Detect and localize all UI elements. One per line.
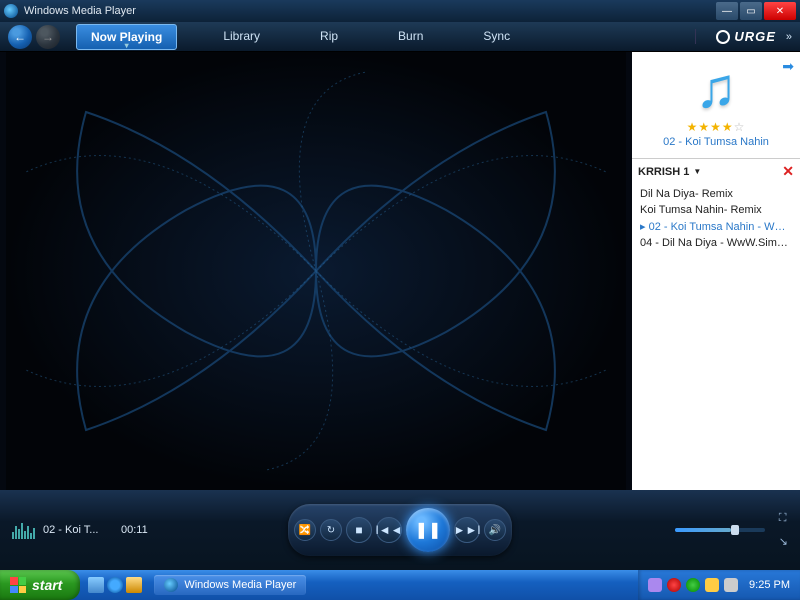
expand-arrow-icon[interactable]: ➡ <box>782 58 794 75</box>
playlist-item[interactable]: 04 - Dil Na Diya - WwW.SimPL.... <box>632 235 800 251</box>
compact-mode-button[interactable]: ↘ <box>779 535 788 548</box>
minimize-button[interactable]: — <box>716 2 738 20</box>
current-track-title: 02 - Koi Tumsa Nahin <box>638 136 794 148</box>
swirl-visualization <box>0 52 632 490</box>
fullscreen-button[interactable]: ⛶ <box>779 512 788 525</box>
start-button[interactable]: start <box>0 570 80 600</box>
now-playing-sidebar: ➡ ♫ ★★★★☆ 02 - Koi Tumsa Nahin KRRISH 1 … <box>632 52 800 490</box>
music-note-icon: ♫ <box>638 60 794 116</box>
taskbar-clock[interactable]: 9:25 PM <box>749 579 790 591</box>
stop-button[interactable]: ■ <box>346 517 372 543</box>
nav-tabs: Now Playing Library Rip Burn Sync <box>76 24 524 50</box>
visualization-pane[interactable] <box>0 52 632 490</box>
view-controls: ⛶ ↘ <box>779 512 788 548</box>
transport-group: 🔀 ↻ ■ I◄◄ ❚❚ ►►I 🔊 <box>288 504 512 556</box>
playlist: Dil Na Diya- Remix Koi Tumsa Nahin- Remi… <box>632 184 800 253</box>
equalizer-icon[interactable] <box>12 521 35 539</box>
playlist-clear-button[interactable]: ✕ <box>782 163 794 180</box>
taskbar-app-wmp[interactable]: Windows Media Player <box>154 575 306 595</box>
volume-slider[interactable] <box>675 528 765 532</box>
previous-button[interactable]: I◄◄ <box>376 517 402 543</box>
wmp-taskbar-icon <box>164 578 178 592</box>
ie-icon[interactable] <box>107 577 123 593</box>
playback-controls: 02 - Koi T... 00:11 🔀 ↻ ■ I◄◄ ❚❚ ►►I 🔊 ⛶… <box>0 490 800 570</box>
urge-brand[interactable]: URGE <box>695 29 776 45</box>
playlist-header[interactable]: KRRISH 1 ▼ ✕ <box>632 159 800 184</box>
play-pause-button[interactable]: ❚❚ <box>406 508 450 552</box>
windows-logo-icon <box>10 577 26 593</box>
nav-bar: ← → Now Playing Library Rip Burn Sync UR… <box>0 22 800 52</box>
tray-icon[interactable] <box>648 578 662 592</box>
tray-icon[interactable] <box>705 578 719 592</box>
quick-launch <box>88 577 142 593</box>
mute-button[interactable]: 🔊 <box>484 519 506 541</box>
explorer-icon[interactable] <box>126 577 142 593</box>
maximize-button[interactable]: ▭ <box>740 2 762 20</box>
content-area: ➡ ♫ ★★★★☆ 02 - Koi Tumsa Nahin KRRISH 1 … <box>0 52 800 490</box>
window-title: Windows Media Player <box>24 5 136 17</box>
close-button[interactable]: ✕ <box>764 2 796 20</box>
show-desktop-icon[interactable] <box>88 577 104 593</box>
forward-button[interactable]: → <box>36 25 60 49</box>
playlist-item[interactable]: Koi Tumsa Nahin- Remix <box>632 202 800 218</box>
tab-burn[interactable]: Burn <box>384 24 437 50</box>
playlist-name: KRRISH 1 <box>638 166 689 178</box>
rating-stars[interactable]: ★★★★☆ <box>638 120 794 134</box>
current-track-panel: ➡ ♫ ★★★★☆ 02 - Koi Tumsa Nahin <box>632 52 800 159</box>
playlist-item[interactable]: Dil Na Diya- Remix <box>632 186 800 202</box>
repeat-button[interactable]: ↻ <box>320 519 342 541</box>
tab-library[interactable]: Library <box>209 24 274 50</box>
track-name-display: 02 - Koi T... <box>43 524 113 536</box>
elapsed-time: 00:11 <box>121 524 148 536</box>
volume-thumb[interactable] <box>731 525 739 535</box>
tab-rip[interactable]: Rip <box>306 24 352 50</box>
playlist-dropdown-icon[interactable]: ▼ <box>693 167 701 176</box>
tray-volume-icon[interactable] <box>724 578 738 592</box>
tray-icon[interactable] <box>667 578 681 592</box>
playlist-item-current[interactable]: 02 - Koi Tumsa Nahin - WwW.... <box>632 218 800 235</box>
system-tray: 9:25 PM <box>638 570 800 600</box>
tab-now-playing[interactable]: Now Playing <box>76 24 177 50</box>
next-button[interactable]: ►►I <box>454 517 480 543</box>
tray-icon[interactable] <box>686 578 700 592</box>
nav-more-icon[interactable]: » <box>786 31 792 43</box>
volume-fill <box>675 528 731 532</box>
back-button[interactable]: ← <box>8 25 32 49</box>
taskbar: start Windows Media Player 9:25 PM <box>0 570 800 600</box>
wmp-icon <box>4 4 18 18</box>
tab-sync[interactable]: Sync <box>469 24 524 50</box>
shuffle-button[interactable]: 🔀 <box>294 519 316 541</box>
title-bar: Windows Media Player — ▭ ✕ <box>0 0 800 22</box>
